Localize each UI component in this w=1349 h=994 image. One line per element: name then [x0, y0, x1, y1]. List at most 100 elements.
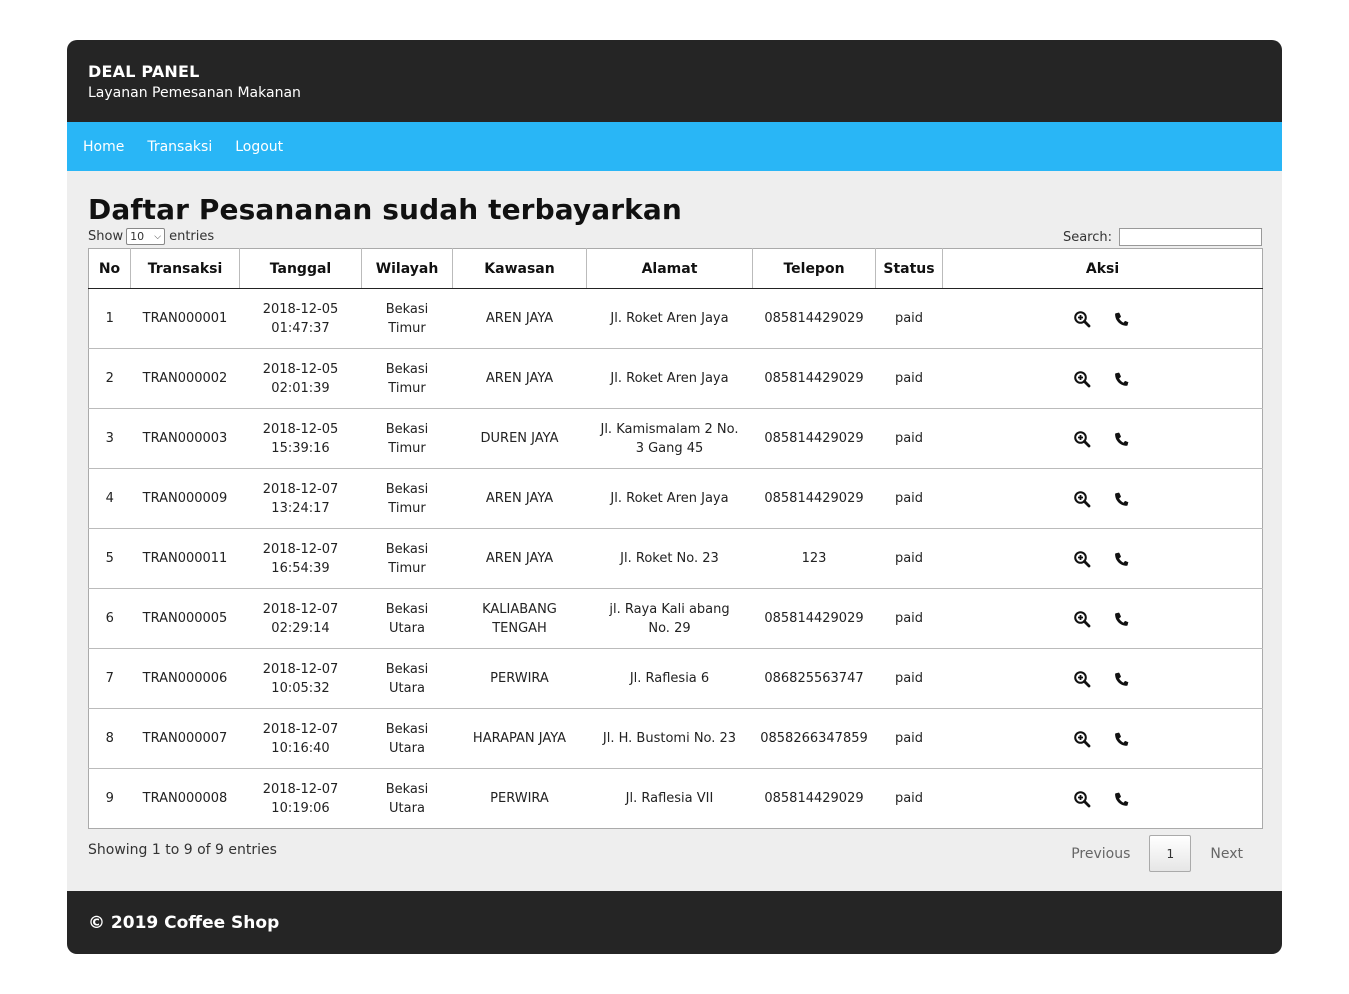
wilayah-line-2: Utara — [389, 680, 425, 696]
cell-kawasan: AREN JAYA — [452, 468, 587, 529]
search-control: Search: — [1063, 228, 1262, 246]
kawasan-line-1: HARAPAN JAYA — [472, 731, 567, 746]
cell-no: 8 — [88, 708, 131, 769]
kawasan-line-2: TENGAH — [492, 620, 547, 636]
kawasan-line-1: AREN JAYA — [485, 491, 554, 506]
length-control: Show 10 ⌵ entries — [88, 228, 214, 245]
cell-tanggal: 2018-12-07 16:54:39 — [239, 528, 362, 589]
zoom-in-icon[interactable] — [1073, 310, 1091, 328]
site-header: DEAL PANEL Layanan Pemesanan Makanan — [67, 40, 1282, 122]
col-header-no[interactable]: No — [88, 248, 131, 289]
tanggal-time: 02:29:14 — [271, 620, 330, 636]
kawasan-line-1: KALIABANG — [482, 601, 557, 617]
cell-no: 4 — [88, 468, 131, 529]
phone-icon[interactable] — [1113, 670, 1131, 688]
length-select[interactable]: 10 ⌵ — [126, 228, 166, 245]
nav-transaksi[interactable]: Transaksi — [147, 139, 212, 155]
cell-alamat: jl. Raya Kali abang No. 29 — [586, 588, 753, 649]
zoom-in-icon[interactable] — [1073, 430, 1091, 448]
cell-alamat: Jl. Kamismalam 2 No. 3 Gang 45 — [586, 408, 753, 469]
zoom-in-icon[interactable] — [1073, 790, 1091, 808]
wilayah-line-2: Timur — [388, 560, 426, 576]
wilayah-line-1: Bekasi — [385, 661, 429, 677]
col-header-tanggal[interactable]: Tanggal — [239, 248, 362, 289]
col-header-kawasan[interactable]: Kawasan — [452, 248, 587, 289]
alamat-line-1: Jl. Kamismalam 2 No. — [600, 421, 739, 437]
pagination-previous[interactable]: Previous — [1052, 846, 1149, 862]
cell-status: paid — [875, 288, 943, 349]
zoom-in-icon[interactable] — [1073, 370, 1091, 388]
col-header-aksi: Aksi — [942, 248, 1263, 289]
cell-tanggal: 2018-12-05 02:01:39 — [239, 348, 362, 409]
nav-home[interactable]: Home — [83, 139, 124, 155]
cell-aksi — [942, 588, 1263, 649]
zoom-in-icon[interactable] — [1073, 610, 1091, 628]
wilayah-line-2: Timur — [388, 380, 426, 396]
cell-tanggal: 2018-12-07 10:16:40 — [239, 708, 362, 769]
cell-wilayah: Bekasi Utara — [361, 588, 453, 649]
cell-tanggal: 2018-12-07 10:19:06 — [240, 769, 362, 829]
cell-alamat: Jl. Roket Aren Jaya — [586, 348, 753, 409]
phone-icon[interactable] — [1113, 610, 1131, 628]
table-header-row: No Transaksi Tanggal Wilayah Kawasan Ala… — [88, 248, 1263, 289]
cell-wilayah: Bekasi Utara — [361, 708, 453, 769]
cell-telepon: 123 — [752, 528, 876, 589]
cell-no: 2 — [88, 348, 131, 409]
table-footer: Showing 1 to 9 of 9 entries Previous 1 N… — [88, 835, 1262, 895]
zoom-in-icon[interactable] — [1073, 670, 1091, 688]
phone-icon[interactable] — [1113, 430, 1131, 448]
main-content: Daftar Pesananan sudah terbayarkan Show … — [67, 171, 1282, 891]
cell-kawasan: PERWIRA — [453, 769, 587, 829]
search-label: Search: — [1062, 229, 1112, 245]
phone-icon[interactable] — [1113, 370, 1131, 388]
kawasan-line-1: DUREN JAYA — [480, 431, 559, 446]
phone-icon[interactable] — [1113, 310, 1131, 328]
col-header-status[interactable]: Status — [875, 248, 943, 289]
cell-wilayah: Bekasi Timur — [361, 408, 453, 469]
alamat-line-2: 3 Gang 45 — [635, 440, 704, 456]
cell-telepon: 085814429029 — [752, 588, 876, 649]
cell-aksi — [943, 769, 1263, 829]
phone-icon[interactable] — [1113, 730, 1131, 748]
col-header-alamat[interactable]: Alamat — [586, 248, 753, 289]
alamat-line-1: Jl. Roket Aren Jaya — [610, 311, 729, 326]
zoom-in-icon[interactable] — [1073, 730, 1091, 748]
alamat-line-1: Jl. Roket Aren Jaya — [610, 491, 729, 506]
row-actions — [943, 490, 1263, 508]
wilayah-line-1: Bekasi — [385, 361, 429, 377]
phone-icon[interactable] — [1113, 550, 1131, 568]
col-header-transaksi[interactable]: Transaksi — [130, 248, 240, 289]
cell-kawasan: PERWIRA — [452, 648, 587, 709]
table-row: 2 TRAN000002 2018-12-05 02:01:39 Bekasi Timur… — [88, 348, 1263, 409]
tanggal-date: 2018-12-07 — [262, 481, 339, 497]
main-nav: Home Transaksi Logout — [67, 122, 1282, 171]
nav-logout[interactable]: Logout — [235, 139, 283, 155]
wilayah-line-1: Bekasi — [385, 601, 429, 617]
cell-alamat: Jl. H. Bustomi No. 23 — [586, 708, 753, 769]
cell-kawasan: KALIABANG TENGAH — [452, 588, 587, 649]
cell-telepon: 0858266347859 — [752, 708, 876, 769]
row-actions — [943, 610, 1263, 628]
wilayah-line-1: Bekasi — [385, 721, 429, 737]
tanggal-time: 16:54:39 — [271, 560, 330, 576]
tanggal-date: 2018-12-05 — [262, 361, 339, 377]
tanggal-date: 2018-12-05 — [262, 421, 339, 437]
zoom-in-icon[interactable] — [1073, 490, 1091, 508]
phone-icon[interactable] — [1113, 490, 1131, 508]
cell-aksi — [942, 528, 1263, 589]
wilayah-line-1: Bekasi — [385, 781, 429, 797]
brand-tagline: Layanan Pemesanan Makanan — [88, 85, 301, 101]
search-input[interactable] — [1119, 228, 1262, 246]
cell-aksi — [942, 468, 1263, 529]
col-header-telepon[interactable]: Telepon — [752, 248, 876, 289]
table-row: 5 TRAN000011 2018-12-07 16:54:39 Bekasi Timur… — [88, 528, 1263, 589]
table-row: 3 TRAN000003 2018-12-05 15:39:16 Bekasi Timur… — [88, 408, 1263, 469]
cell-status: paid — [875, 528, 943, 589]
phone-icon[interactable] — [1113, 790, 1131, 808]
cell-no: 6 — [88, 588, 131, 649]
zoom-in-icon[interactable] — [1073, 550, 1091, 568]
cell-kawasan: HARAPAN JAYA — [452, 708, 587, 769]
col-header-wilayah[interactable]: Wilayah — [361, 248, 453, 289]
pagination-page[interactable]: 1 — [1149, 835, 1192, 872]
pagination-next[interactable]: Next — [1191, 846, 1262, 862]
